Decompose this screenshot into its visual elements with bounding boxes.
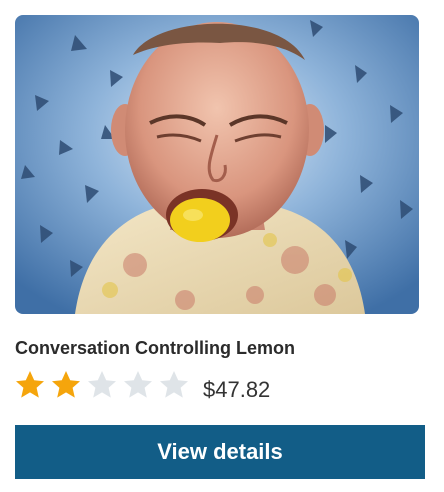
product-card: Conversation Controlling Lemon $47.82 Vi… <box>0 0 444 492</box>
product-title: Conversation Controlling Lemon <box>15 338 296 358</box>
star-3-icon <box>86 369 118 401</box>
star-1-icon <box>14 369 46 401</box>
lemon-photo-illustration <box>15 15 419 314</box>
star-5-icon <box>158 369 190 401</box>
star-4-icon <box>122 369 154 401</box>
view-details-button[interactable]: View details <box>15 425 425 479</box>
star-2-icon <box>50 369 82 401</box>
product-price: $47.82 <box>203 377 271 402</box>
star-rating <box>14 369 194 401</box>
product-image[interactable] <box>15 15 419 314</box>
